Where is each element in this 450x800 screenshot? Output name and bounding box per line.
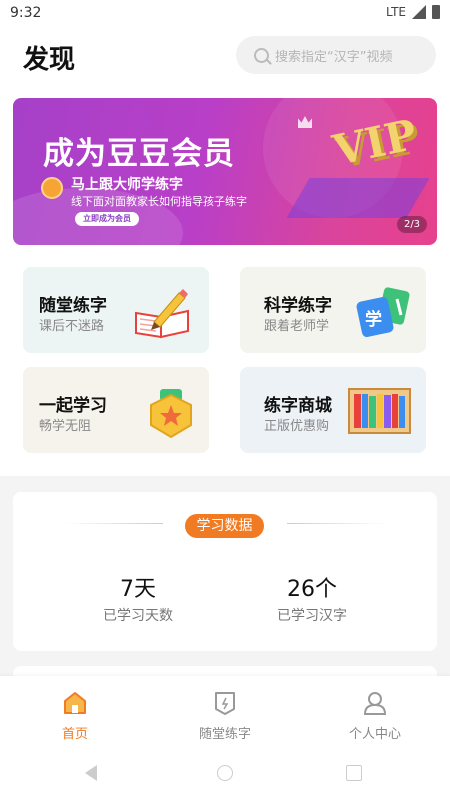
- study-chars-label: 已学习汉字: [277, 608, 347, 624]
- bookshelf-icon: [348, 388, 411, 434]
- divider: [63, 523, 163, 524]
- member-banner[interactable]: VIP 成为豆豆会员 马上跟大师学练字 线下面对面教家长如何指导孩子练字 立即成…: [13, 98, 437, 245]
- practice-icon: [215, 692, 235, 715]
- svg-text:学: 学: [365, 309, 382, 330]
- home-button-icon[interactable]: [217, 765, 233, 781]
- nav-item-profile[interactable]: 个人中心: [315, 690, 435, 742]
- divider: [287, 523, 387, 524]
- nav-item-home[interactable]: 首页: [15, 690, 135, 742]
- feature-title: 练字商城: [264, 396, 332, 416]
- search-input[interactable]: 搜索指定“汉字”视频: [236, 36, 436, 74]
- book-pencil-icon: [135, 289, 189, 339]
- nav-label: 个人中心: [348, 727, 401, 742]
- home-icon: [64, 692, 86, 714]
- feature-subtitle: 跟着老师学: [264, 319, 330, 334]
- banner-pager: 2/3: [397, 216, 427, 233]
- feature-subtitle: 正版优惠购: [264, 419, 330, 434]
- feature-title: 一起学习: [39, 396, 107, 416]
- feature-card-science[interactable]: 科学练字 跟着老师学 学: [240, 267, 426, 353]
- search-icon: [254, 47, 269, 63]
- feature-card-together[interactable]: 一起学习 畅学无阻: [23, 367, 209, 453]
- system-nav-bar: [0, 760, 450, 800]
- status-icons: LTE: [386, 5, 440, 19]
- status-bar: 9:32 LTE: [0, 0, 450, 28]
- feature-subtitle: 课后不迷路: [39, 319, 105, 334]
- bottom-nav: 首页 随堂练字 个人中心: [0, 676, 450, 760]
- profile-icon: [363, 692, 387, 715]
- study-data-card: 学习数据 7天 已学习天数 26个 已学习汉字: [13, 492, 437, 651]
- study-days-value: 7天: [120, 577, 156, 602]
- banner-description: 线下面对面教家长如何指导孩子练字: [71, 195, 247, 208]
- recent-apps-icon[interactable]: [346, 765, 362, 781]
- signal-icon: [412, 5, 426, 19]
- nav-label: 随堂练字: [198, 727, 251, 742]
- study-cards-icon: 学: [356, 287, 410, 338]
- back-icon[interactable]: [85, 765, 97, 781]
- study-chars-value: 26个: [287, 577, 337, 602]
- status-time: 9:32: [10, 5, 42, 21]
- study-data-heading: 学习数据: [185, 514, 264, 538]
- page-title: 发现: [23, 45, 76, 75]
- feature-subtitle: 畅学无阻: [39, 419, 92, 434]
- feature-card-practice[interactable]: 随堂练字 课后不迷路: [23, 267, 209, 353]
- banner-subtitle: 马上跟大师学练字: [71, 177, 183, 193]
- feature-title: 科学练字: [264, 296, 332, 316]
- star-badge-icon: [150, 389, 192, 439]
- battery-icon: [432, 5, 440, 19]
- discover-top-section: 发现 搜索指定“汉字”视频 VIP 成为豆豆会员 马上跟大师学练字 线下面对面教…: [0, 28, 450, 476]
- study-days-label: 已学习天数: [103, 608, 173, 624]
- banner-platform-graphic: [286, 178, 430, 218]
- feature-title: 随堂练字: [39, 296, 107, 316]
- feature-card-shop[interactable]: 练字商城 正版优惠购: [240, 367, 426, 453]
- nav-item-practice[interactable]: 随堂练字: [165, 690, 285, 742]
- banner-headline: 成为豆豆会员: [43, 136, 235, 172]
- network-label: LTE: [386, 5, 406, 19]
- gem-icon: [41, 177, 63, 199]
- search-placeholder: 搜索指定“汉字”视频: [275, 49, 393, 65]
- become-member-button[interactable]: 立即成为会员: [75, 212, 139, 226]
- nav-label: 首页: [61, 727, 88, 742]
